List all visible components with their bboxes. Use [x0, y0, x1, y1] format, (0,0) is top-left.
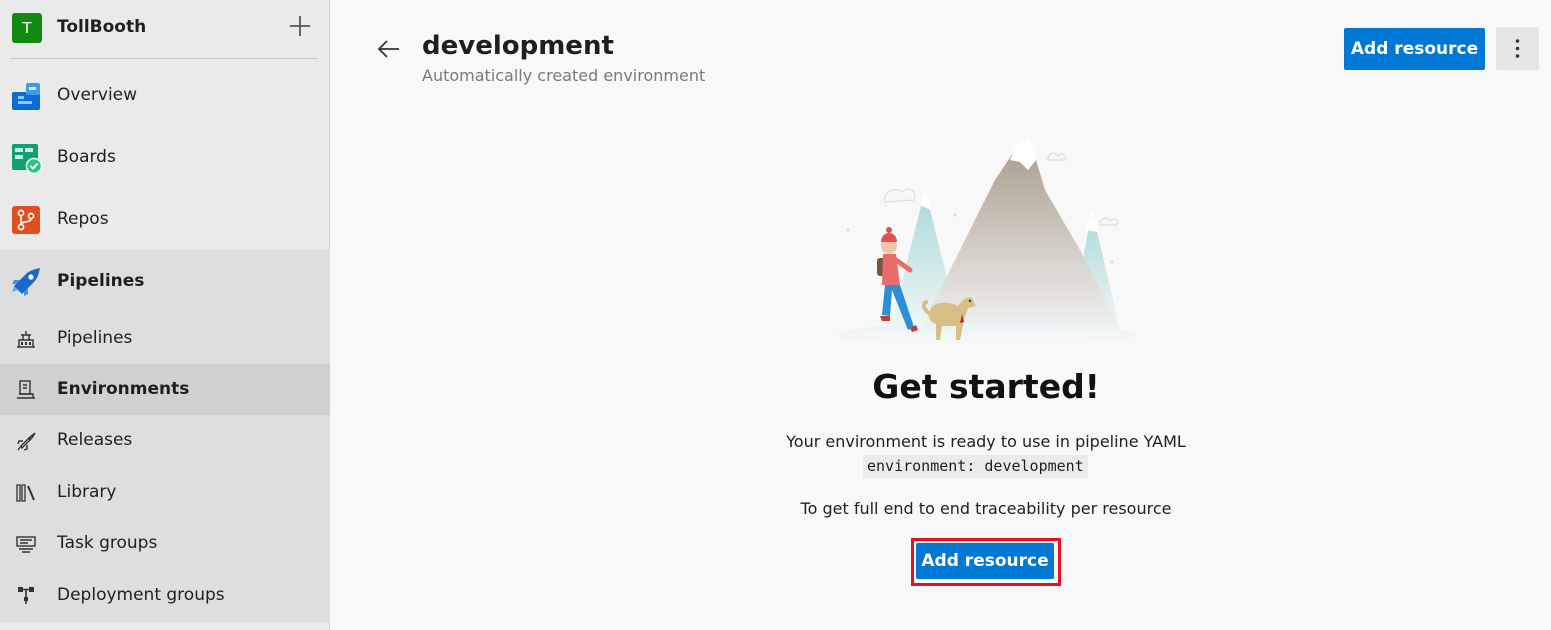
pipeline-icon: [15, 328, 37, 350]
library-icon: [15, 482, 37, 504]
sidebar-divider: [10, 58, 318, 59]
sidebar-subitem-deployment-groups[interactable]: Deployment groups: [0, 570, 330, 621]
sidebar-item-label: Releases: [57, 430, 133, 450]
sidebar-item-label: Library: [57, 482, 117, 502]
sidebar-item-label: Environments: [57, 379, 190, 399]
back-button[interactable]: [372, 32, 406, 66]
deployment-groups-icon: [15, 585, 37, 607]
page-subtitle: Automatically created environment: [422, 66, 706, 85]
sidebar-subitem-pipelines[interactable]: Pipelines: [0, 313, 330, 364]
add-resource-button[interactable]: Add resource: [1344, 28, 1485, 70]
sidebar-item-label: Overview: [57, 85, 138, 105]
sidebar-item-overview[interactable]: Overview: [0, 70, 330, 122]
sidebar-item-label: Pipelines: [57, 328, 133, 348]
task-groups-icon: [15, 533, 37, 555]
sidebar-subitem-library[interactable]: Library: [0, 467, 330, 518]
project-header[interactable]: T TollBooth: [0, 0, 330, 56]
empty-state-ready-text: Your environment is ready to use in pipe…: [786, 432, 1186, 451]
project-name[interactable]: TollBooth: [57, 17, 146, 37]
pipelines-section: Pipelines Pipelines Environments Release…: [0, 250, 330, 622]
sidebar-item-repos[interactable]: Repos: [0, 194, 330, 246]
project-avatar: T: [12, 13, 42, 43]
sidebar-subitem-task-groups[interactable]: Task groups: [0, 518, 330, 569]
add-resource-highlight: Add resource: [911, 538, 1061, 586]
sidebar-item-label: Task groups: [57, 533, 158, 553]
sidebar-subitem-releases[interactable]: Releases: [0, 415, 330, 466]
yaml-snippet: environment: development: [863, 455, 1088, 478]
arrow-left-icon: [377, 40, 399, 58]
sidebar-item-boards[interactable]: Boards: [0, 132, 330, 184]
rocket-icon: [15, 430, 37, 452]
sidebar: T TollBooth Overview Boards Repos Pipeli…: [0, 0, 330, 630]
get-started-illustration: [830, 130, 1140, 347]
overview-icon: [10, 80, 42, 112]
more-actions-button[interactable]: [1496, 27, 1539, 70]
sidebar-item-label: Deployment groups: [57, 585, 225, 605]
empty-state-trace-text: To get full end to end traceability per …: [800, 499, 1172, 518]
sidebar-item-label: Boards: [57, 147, 116, 167]
environment-icon: [15, 379, 37, 401]
sidebar-item-label: Pipelines: [57, 271, 145, 291]
repos-icon: [10, 204, 42, 236]
sidebar-item-label: Repos: [57, 209, 109, 229]
more-vertical-icon: [1515, 39, 1520, 58]
plus-icon[interactable]: [286, 12, 314, 40]
boards-icon: [10, 142, 43, 175]
sidebar-subitem-environments[interactable]: Environments: [0, 364, 330, 415]
pipelines-icon: [10, 266, 42, 298]
empty-state-heading: Get started!: [872, 367, 1100, 406]
empty-state-add-resource-button[interactable]: Add resource: [916, 543, 1054, 579]
sidebar-item-pipelines[interactable]: Pipelines: [0, 256, 330, 308]
page-title: development: [422, 31, 614, 61]
